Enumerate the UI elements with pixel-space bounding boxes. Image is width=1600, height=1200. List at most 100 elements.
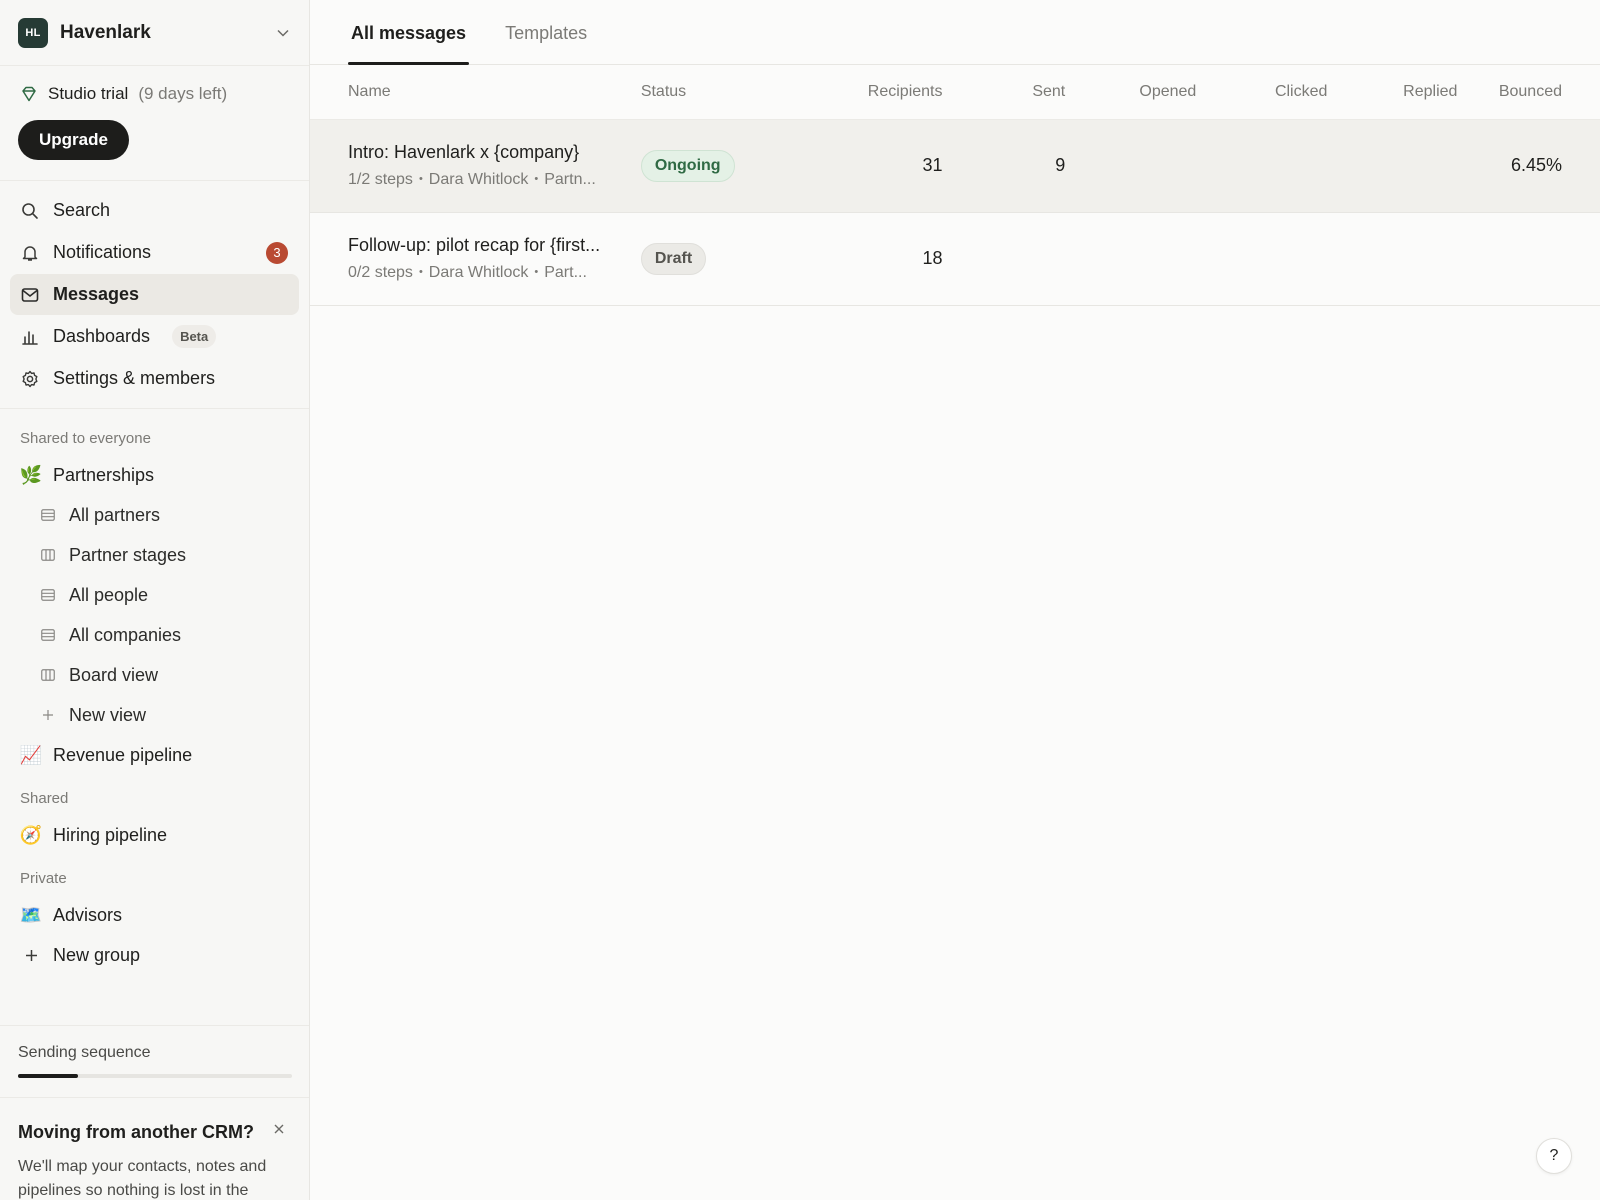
status-badge: Ongoing — [640, 149, 735, 182]
bounced-cell: 6.45% — [1510, 155, 1562, 175]
separator-dot: • — [534, 173, 539, 185]
message-owner: Dara Whitlock — [428, 171, 529, 188]
column-header-name[interactable]: Name — [310, 65, 641, 119]
view-board-view[interactable]: Board view — [10, 655, 299, 695]
trial-panel: Studio trial (9 days left) Upgrade — [0, 66, 309, 181]
group-revenue-pipeline[interactable]: 📈 Revenue pipeline — [10, 735, 299, 775]
table-icon — [40, 587, 56, 603]
close-icon[interactable] — [273, 1122, 287, 1136]
view-partner-stages[interactable]: Partner stages — [10, 535, 299, 575]
nav-notifications[interactable]: Notifications 3 — [10, 232, 299, 273]
group-hiring-pipeline[interactable]: 🧭 Hiring pipeline — [10, 815, 299, 855]
group-advisors[interactable]: 🗺️ Advisors — [10, 895, 299, 935]
gem-icon — [20, 85, 38, 103]
group-label: Hiring pipeline — [53, 824, 168, 845]
bounced-cell — [1457, 212, 1600, 305]
progress-fill — [18, 1074, 79, 1078]
nav-settings[interactable]: Settings & members — [10, 358, 299, 399]
group-label: Revenue pipeline — [53, 744, 193, 765]
view-label: All companies — [69, 624, 182, 645]
column-header-clicked[interactable]: Clicked — [1196, 65, 1327, 119]
replied-cell — [1327, 212, 1457, 305]
message-steps: 1/2 steps — [348, 171, 413, 188]
opened-cell — [1065, 119, 1196, 212]
tab-templates[interactable]: Templates — [502, 23, 590, 64]
nav-search[interactable]: Search — [10, 190, 299, 231]
sending-sequence: Sending sequence — [0, 1025, 309, 1078]
sidebar: HL Havenlark Studio trial (9 days left) … — [0, 0, 310, 1200]
notifications-count-badge: 3 — [266, 241, 288, 264]
nav-messages[interactable]: Messages — [10, 274, 299, 315]
upgrade-button[interactable]: Upgrade — [18, 120, 129, 160]
tab-bar: All messages Templates — [310, 0, 1600, 65]
separator-dot: • — [418, 173, 423, 185]
chevron-down-icon[interactable] — [275, 25, 291, 41]
view-all-partners[interactable]: All partners — [10, 495, 299, 535]
sent-cell — [943, 212, 1066, 305]
view-all-people[interactable]: All people — [10, 575, 299, 615]
section-title: Shared — [20, 789, 69, 807]
column-header-opened[interactable]: Opened — [1065, 65, 1196, 119]
view-label: Board view — [69, 664, 159, 685]
status-cell: Draft — [640, 212, 787, 305]
workspace-name: Havenlark — [60, 21, 151, 43]
table-row[interactable]: Intro: Havenlark x {company} 1/2 steps • D… — [310, 119, 1600, 212]
main-content: All messages Templates Name Status Recip… — [310, 0, 1600, 1200]
column-header-sent[interactable]: Sent — [943, 65, 1065, 119]
message-name-cell: Intro: Havenlark x {company} 1/2 steps • D… — [310, 119, 641, 212]
group-label: Advisors — [53, 904, 123, 925]
new-view-label: New view — [69, 704, 147, 725]
separator-dot: • — [534, 266, 539, 278]
message-owner: Dara Whitlock — [428, 264, 529, 281]
table-icon — [40, 627, 56, 643]
nav-settings-label: Settings & members — [53, 368, 216, 388]
tab-all-messages[interactable]: All messages — [348, 23, 470, 65]
plus-icon — [20, 949, 42, 962]
workspace-switcher[interactable]: HL Havenlark — [0, 0, 309, 66]
column-header-bounced[interactable]: Bounced — [1457, 65, 1600, 119]
view-label: Partner stages — [69, 544, 187, 565]
section-title: Private — [20, 869, 67, 887]
separator-dot: • — [418, 266, 423, 278]
section-shared-everyone: Shared to everyone 🌿 Partnerships All pa… — [0, 409, 309, 775]
plus-icon — [40, 707, 56, 723]
message-title: Intro: Havenlark x {company} — [348, 142, 580, 162]
message-group: Part... — [544, 264, 587, 281]
table-row[interactable]: Follow-up: pilot recap for {first... 0/2… — [310, 212, 1600, 305]
compass-icon: 🧭 — [19, 824, 43, 845]
new-view-button[interactable]: New view — [10, 695, 299, 735]
table-header: Name Status Recipients Sent Opened Click… — [310, 65, 1600, 119]
new-group-button[interactable]: New group — [10, 935, 299, 975]
view-label: All people — [69, 584, 149, 605]
chart-increasing-icon: 📈 — [19, 744, 43, 765]
section-title: Shared to everyone — [20, 429, 151, 447]
trial-plan: Studio trial — [48, 84, 129, 103]
leaf-icon: 🌿 — [19, 464, 43, 485]
sending-sequence-label: Sending sequence — [18, 1044, 151, 1061]
gear-icon — [20, 369, 40, 389]
section-shared: Shared 🧭 Hiring pipeline — [0, 775, 309, 855]
column-header-status[interactable]: Status — [641, 65, 787, 119]
message-meta: 1/2 steps • Dara Whitlock • Partn... — [348, 171, 618, 189]
beta-badge: Beta — [172, 325, 217, 348]
group-partnerships[interactable]: 🌿 Partnerships — [10, 455, 299, 495]
help-button[interactable]: ? — [1536, 1138, 1572, 1174]
map-icon: 🗺️ — [19, 904, 43, 925]
sent-cell: 9 — [1055, 155, 1066, 175]
view-all-companies[interactable]: All companies — [10, 615, 299, 655]
nav-dashboards-label: Dashboards — [53, 326, 151, 346]
group-label: Partnerships — [53, 464, 155, 485]
clicked-cell — [1196, 119, 1327, 212]
section-private: Private 🗺️ Advisors New group — [0, 855, 309, 975]
recipients-cell: 31 — [922, 155, 943, 175]
nav-dashboards[interactable]: Dashboards Beta — [10, 316, 299, 357]
status-badge: Draft — [640, 242, 707, 275]
column-header-recipients[interactable]: Recipients — [786, 65, 943, 119]
bar-chart-icon — [20, 327, 40, 347]
app: HL Havenlark Studio trial (9 days left) … — [0, 0, 1600, 1200]
nav-search-label: Search — [53, 200, 111, 220]
replied-cell — [1327, 119, 1457, 212]
main-nav: Search Notifications 3 Messages Dashboar… — [0, 181, 309, 409]
view-label: All partners — [69, 504, 161, 525]
column-header-replied[interactable]: Replied — [1327, 65, 1457, 119]
